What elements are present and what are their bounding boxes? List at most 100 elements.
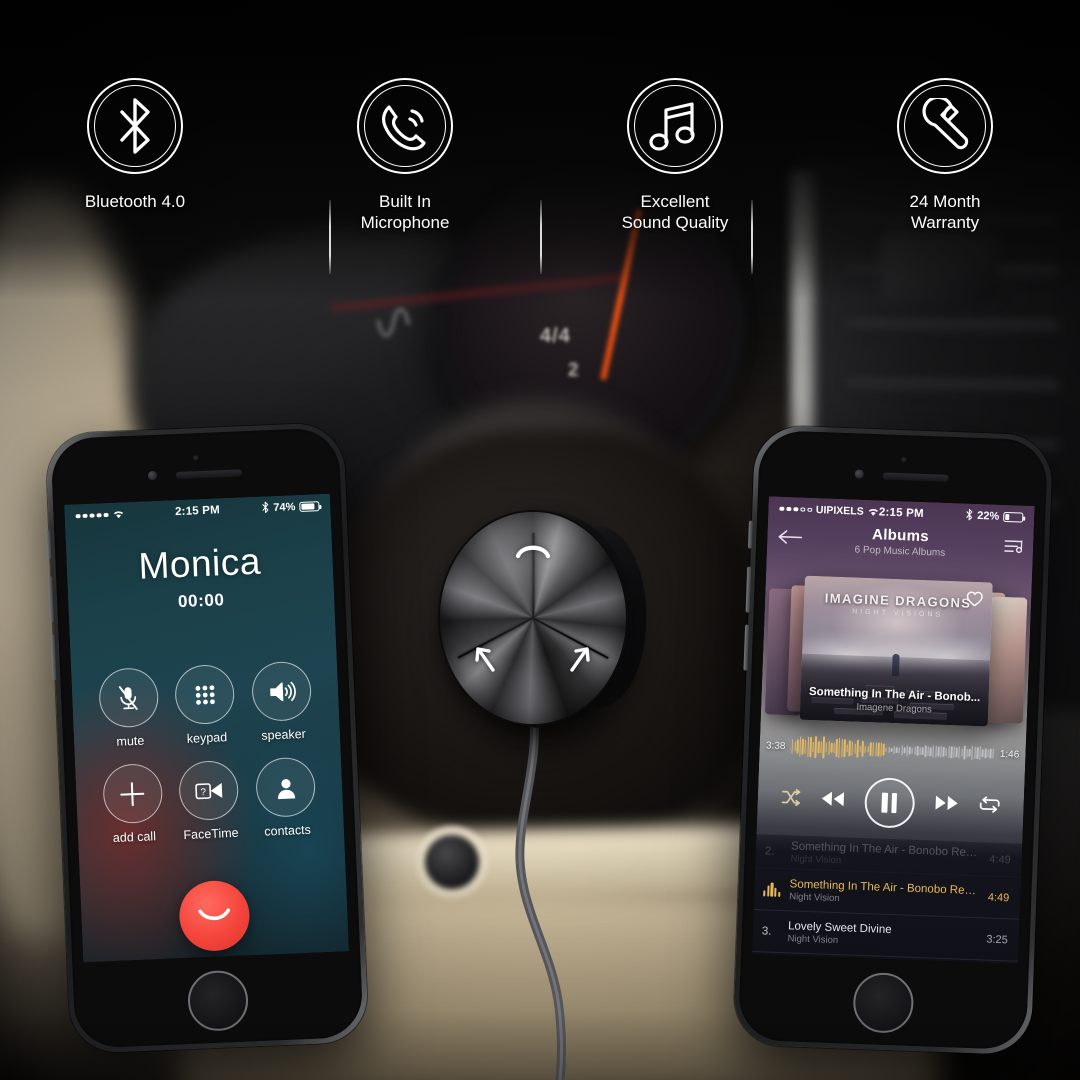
playback-waveform[interactable]: 3:38 1:46: [759, 732, 1026, 768]
sort-icon[interactable]: [1004, 538, 1023, 560]
speaker-button[interactable]: speaker: [251, 660, 313, 743]
gauge-label-2: 2: [568, 360, 579, 381]
music-note-icon: [627, 78, 723, 174]
face-seam: [457, 616, 534, 659]
waveform-bar: [942, 747, 945, 757]
waveform-bar: [953, 746, 956, 758]
waveform-bars[interactable]: [791, 733, 995, 766]
waveform-bar: [937, 746, 940, 757]
fast-forward-icon[interactable]: [933, 793, 960, 817]
bluetooth-car-receiver[interactable]: [432, 502, 646, 748]
waveform-bar: [874, 742, 877, 757]
back-arrow-icon[interactable]: [777, 529, 804, 551]
waveform-bar: [895, 746, 898, 754]
waveform-bar: [890, 747, 893, 753]
album-art-figure: [891, 653, 900, 677]
volume-up-button[interactable]: [48, 576, 55, 623]
mute-button[interactable]: mute: [97, 667, 160, 749]
status-bar-time: 2:15 PM: [174, 504, 221, 519]
end-call-button[interactable]: [178, 879, 251, 953]
waveform-bar: [974, 747, 976, 759]
face-seam: [532, 533, 535, 618]
waveform-bar: [955, 747, 958, 758]
waveform-bar: [893, 745, 895, 755]
button-label: contacts: [264, 822, 312, 839]
status-bar: 2:15 PM 74%: [64, 494, 331, 529]
track-number: 2.: [764, 844, 775, 858]
waveform-bar: [827, 740, 830, 755]
waveform-bar: [885, 748, 888, 752]
waveform-bar: [812, 742, 815, 753]
facetime-button[interactable]: ? FaceTime: [178, 759, 240, 843]
feature-bluetooth: Bluetooth 4.0: [0, 78, 270, 268]
phone-front-glass: 2:15 PM 74% Monica 00:00 mute keypad spe…: [50, 427, 364, 1049]
waveform-bar: [869, 742, 872, 756]
call-duration: 00:00: [177, 590, 225, 612]
waveform-bar: [846, 743, 849, 753]
volume-down-button[interactable]: [743, 624, 750, 671]
heart-icon[interactable]: [966, 591, 984, 613]
waveform-bar: [903, 747, 906, 754]
waveform-bar: [809, 736, 812, 758]
transport-controls: [757, 768, 1025, 838]
waveform-bar: [929, 746, 932, 756]
rewind-icon[interactable]: [820, 789, 847, 813]
waveform-bar: [833, 742, 836, 753]
mute-switch[interactable]: [747, 520, 753, 549]
waveform-bar: [934, 745, 937, 758]
keypad-icon: [174, 663, 236, 726]
pause-icon[interactable]: [863, 777, 916, 829]
device-control-face[interactable]: [440, 512, 626, 724]
button-label: speaker: [261, 726, 307, 743]
waveform-bar: [981, 749, 984, 758]
waveform-bar: [958, 746, 961, 759]
waveform-bar: [851, 741, 854, 756]
vent-slat: [845, 380, 1060, 394]
keypad-button[interactable]: keypad: [174, 663, 236, 746]
waveform-bar: [867, 746, 869, 752]
album-art-current[interactable]: IMAGINE DRAGONS NIGHT VISIONS Something …: [799, 575, 993, 727]
feature-label: 24 Month Warranty: [909, 192, 981, 232]
call-screen[interactable]: 2:15 PM 74% Monica 00:00 mute keypad spe…: [64, 493, 350, 963]
button-label: FaceTime: [183, 825, 239, 843]
waveform-bar: [814, 736, 817, 758]
face-seam: [532, 616, 609, 659]
volume-down-button[interactable]: [50, 634, 57, 681]
waveform-bar: [898, 747, 901, 754]
music-player-screen[interactable]: UIPIXELS 2:15 PM 22% Albums 6 Pop Music …: [752, 496, 1035, 964]
waveform-bar: [838, 737, 841, 759]
add-call-button[interactable]: add call: [101, 762, 164, 846]
track-duration: 4:49: [987, 891, 1010, 904]
waveform-bar: [804, 739, 807, 755]
album-carousel[interactable]: IMAGINE DRAGONS NIGHT VISIONS Something …: [761, 570, 1032, 732]
battery-icon: [299, 501, 320, 512]
earpiece-speaker: [175, 469, 243, 480]
waveform-bar: [906, 745, 909, 757]
home-button[interactable]: [852, 971, 915, 1034]
button-label: keypad: [186, 730, 228, 746]
waveform-bar: [924, 744, 927, 758]
volume-up-button[interactable]: [745, 566, 752, 613]
person-icon: [255, 756, 317, 818]
waveform-bar: [945, 747, 948, 756]
vent-slat: [845, 320, 1060, 334]
button-label: mute: [116, 733, 145, 749]
front-camera-icon: [854, 469, 864, 479]
home-button[interactable]: [186, 969, 250, 1032]
mute-switch[interactable]: [46, 530, 52, 559]
repeat-icon[interactable]: [978, 795, 1001, 819]
waveform-bar: [794, 741, 796, 752]
waveform-bar: [843, 739, 846, 758]
waveform-bar: [854, 743, 856, 754]
waveform-bar: [856, 739, 859, 758]
button-label: add call: [112, 829, 157, 846]
track-previous-arrow-icon[interactable]: [473, 644, 499, 679]
album-thumbnail[interactable]: [986, 596, 1028, 724]
now-playing-equalizer-icon: [763, 882, 781, 897]
call-answer-icon[interactable]: [514, 540, 552, 565]
track-next-arrow-icon[interactable]: [566, 644, 592, 679]
contacts-button[interactable]: contacts: [255, 756, 317, 839]
track-list[interactable]: 2. Something In The Air - Bonobo Remix Nig…: [752, 834, 1023, 964]
waveform-bar: [861, 741, 864, 757]
shuffle-icon[interactable]: [781, 787, 802, 811]
